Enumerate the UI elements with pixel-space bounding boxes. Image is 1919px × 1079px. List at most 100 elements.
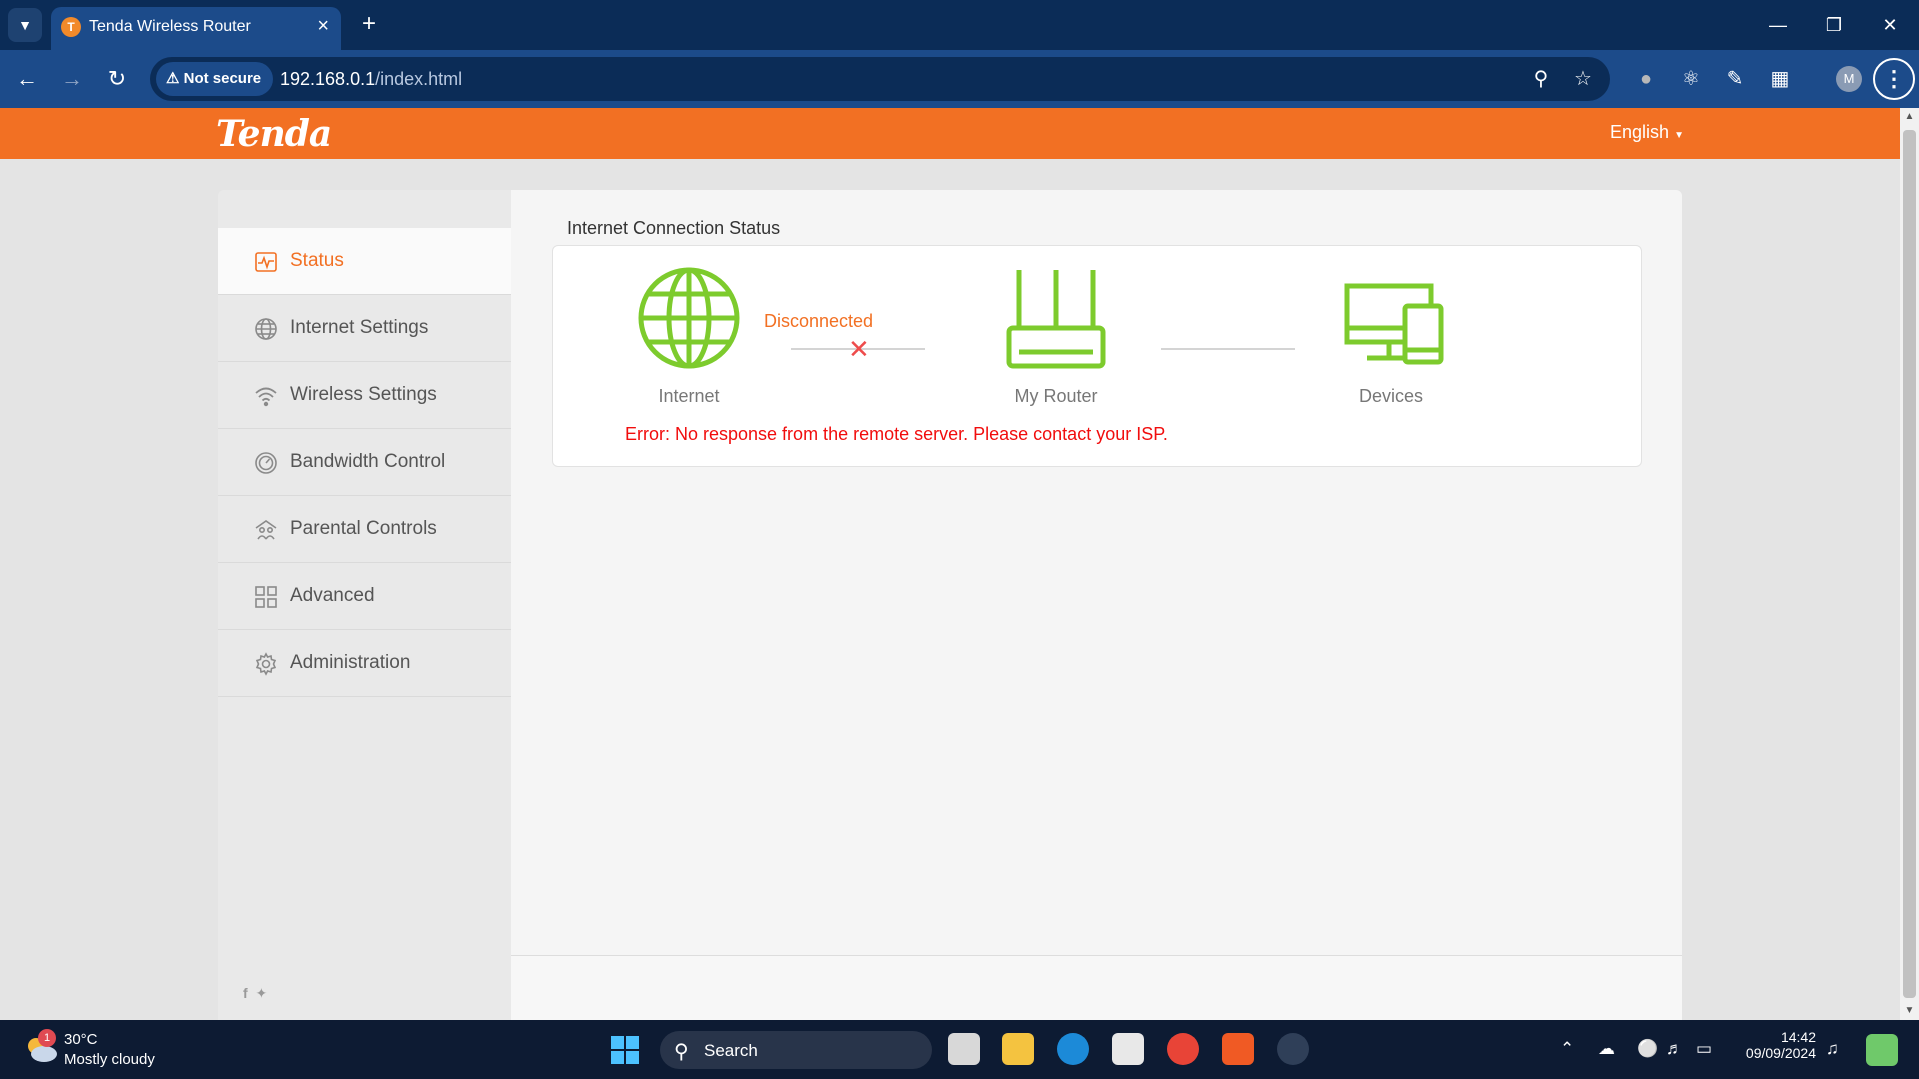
devices-label: Devices xyxy=(1358,386,1424,406)
twitter-icon[interactable]: ✦ xyxy=(255,985,267,1001)
onedrive-icon[interactable]: ☁ xyxy=(1598,1039,1615,1059)
extension-mic-icon[interactable]: ● xyxy=(1631,64,1661,94)
sidebar-item-label: Status xyxy=(290,250,344,271)
disconnected-label: Disconnected xyxy=(764,311,874,331)
internet-label: Internet xyxy=(658,386,720,406)
forward-button[interactable]: → xyxy=(56,63,88,95)
sidebar-item-label: Administration xyxy=(290,652,411,673)
browser-tab[interactable]: T Tenda Wireless Router × xyxy=(51,7,341,50)
browser-menu-button[interactable]: ⋮ xyxy=(1873,58,1915,100)
file-explorer-icon[interactable] xyxy=(1002,1033,1034,1065)
edge-icon[interactable] xyxy=(1057,1033,1089,1065)
tab-search-button[interactable]: ▼ xyxy=(8,8,42,42)
search-label: Search xyxy=(704,1041,758,1060)
brave-icon[interactable] xyxy=(1222,1033,1254,1065)
reload-button[interactable]: ↻ xyxy=(101,63,133,95)
section-title: Internet Connection Status xyxy=(567,218,781,238)
search-icon: ⚲ xyxy=(674,1041,689,1063)
bookmark-star-icon[interactable]: ☆ xyxy=(1570,66,1596,92)
eyedropper-icon[interactable]: ✎ xyxy=(1720,64,1750,94)
sidebar-item-label: Internet Settings xyxy=(290,317,429,338)
store-icon[interactable] xyxy=(1112,1033,1144,1065)
profile-avatar[interactable]: M xyxy=(1836,66,1862,92)
battery-icon[interactable]: ▭ xyxy=(1696,1039,1712,1059)
weather-badge: 1 xyxy=(38,1029,56,1047)
taskbar-clock[interactable]: 14:42 09/09/2024 xyxy=(1738,1029,1816,1061)
sidebar-item-status[interactable]: Status xyxy=(218,228,511,295)
tray-chevron-up-icon[interactable]: ⌃ xyxy=(1560,1039,1574,1059)
content-footer xyxy=(511,955,1682,1020)
sidebar-item-label: Bandwidth Control xyxy=(290,451,446,472)
parental-icon xyxy=(255,520,277,540)
page-scrollbar[interactable]: ▲ ▼ xyxy=(1900,108,1919,1020)
error-message: Error: No response from the remote serve… xyxy=(625,424,1168,444)
task-view-icon[interactable] xyxy=(948,1033,980,1065)
url-host: 192.168.0.1 xyxy=(280,69,376,89)
router-label: My Router xyxy=(1014,386,1098,406)
sidebar-item-administration[interactable]: Administration xyxy=(218,630,511,697)
chrome-profile-icon[interactable] xyxy=(1277,1033,1309,1065)
tab-close-icon[interactable]: × xyxy=(317,15,329,38)
page-header: Tenda English ▼ xyxy=(0,108,1900,159)
address-bar[interactable]: ⚠ Not secure 192.168.0.1/index.html ⚲ ☆ xyxy=(150,57,1610,101)
router-icon xyxy=(1006,270,1106,369)
temperature: 30°C xyxy=(64,1031,98,1048)
extension-react-icon[interactable]: ⚛ xyxy=(1676,64,1706,94)
scroll-thumb[interactable] xyxy=(1903,130,1916,998)
password-key-icon[interactable]: ⚲ xyxy=(1528,66,1554,92)
windows-start-icon[interactable] xyxy=(611,1036,639,1064)
chevron-down-icon: ▼ xyxy=(1674,130,1684,141)
browser-toolbar: ← → ↻ ⚠ Not secure 192.168.0.1/index.htm… xyxy=(0,50,1919,108)
sidebar-item-parental-controls[interactable]: Parental Controls xyxy=(218,496,511,563)
date: 09/09/2024 xyxy=(1745,1045,1816,1061)
notification-bell-icon[interactable]: ♫ xyxy=(1826,1039,1839,1059)
security-chip[interactable]: ⚠ Not secure xyxy=(156,62,274,96)
language-label: English xyxy=(1610,122,1670,142)
security-label: Not secure xyxy=(183,70,262,87)
sidebar-item-label: Wireless Settings xyxy=(290,384,437,405)
browser-tab-bar: ▼ T Tenda Wireless Router × + — ❐ ✕ xyxy=(0,0,1919,50)
network-globe-icon[interactable]: ⚪ xyxy=(1637,1039,1658,1059)
scroll-up-icon[interactable]: ▲ xyxy=(1900,108,1919,126)
sidebar-item-label: Advanced xyxy=(290,585,375,606)
disconnect-x-icon: ✕ xyxy=(848,334,870,364)
connection-status-card: Internet Disconnected ✕ My Router Device… xyxy=(552,245,1642,467)
internet-globe-icon xyxy=(638,267,740,369)
social-links: f ✦ xyxy=(243,985,267,1002)
close-window-button[interactable]: ✕ xyxy=(1870,10,1910,40)
router-devices-link xyxy=(1161,348,1295,350)
status-icon xyxy=(255,252,277,272)
scroll-down-icon[interactable]: ▼ xyxy=(1900,1002,1919,1020)
new-tab-button[interactable]: + xyxy=(352,7,386,41)
gear-icon xyxy=(255,652,277,676)
router-page: Tenda English ▼ Status Internet Settings… xyxy=(0,108,1900,1020)
globe-icon xyxy=(255,318,277,340)
tab-title: Tenda Wireless Router xyxy=(89,18,251,35)
copilot-icon[interactable] xyxy=(1866,1034,1898,1066)
time: 14:42 xyxy=(1780,1029,1816,1045)
sidebar-item-advanced[interactable]: Advanced xyxy=(218,563,511,630)
windows-taskbar: 1 30°C Mostly cloudy ⚲ Search ⌃ ☁ ⚪ ♬ ▭ … xyxy=(0,1020,1919,1079)
minimize-button[interactable]: — xyxy=(1758,10,1798,40)
tenda-logo: Tenda xyxy=(216,113,332,155)
chrome-icon[interactable] xyxy=(1167,1033,1199,1065)
warning-icon: ⚠ xyxy=(166,70,180,87)
sidebar: Status Internet Settings Wireless Settin… xyxy=(218,190,511,1020)
sidebar-item-label: Parental Controls xyxy=(290,518,437,539)
sidebar-item-internet-settings[interactable]: Internet Settings xyxy=(218,295,511,362)
facebook-icon[interactable]: f xyxy=(243,985,248,1001)
devices-icon xyxy=(1344,283,1444,365)
url-text[interactable]: 192.168.0.1/index.html xyxy=(280,69,462,90)
weather-condition: Mostly cloudy xyxy=(64,1051,155,1068)
extensions-puzzle-icon[interactable]: ▦ xyxy=(1765,64,1795,94)
sidebar-item-wireless-settings[interactable]: Wireless Settings xyxy=(218,362,511,429)
back-button[interactable]: ← xyxy=(11,63,43,95)
grid-icon xyxy=(255,586,277,608)
gauge-icon xyxy=(255,452,277,474)
language-selector[interactable]: English ▼ xyxy=(1610,122,1684,143)
restore-button[interactable]: ❐ xyxy=(1814,10,1854,40)
sidebar-item-bandwidth-control[interactable]: Bandwidth Control xyxy=(218,429,511,496)
volume-icon[interactable]: ♬ xyxy=(1666,1039,1683,1059)
taskbar-search[interactable]: ⚲ Search xyxy=(660,1031,932,1069)
wifi-icon xyxy=(255,387,277,407)
